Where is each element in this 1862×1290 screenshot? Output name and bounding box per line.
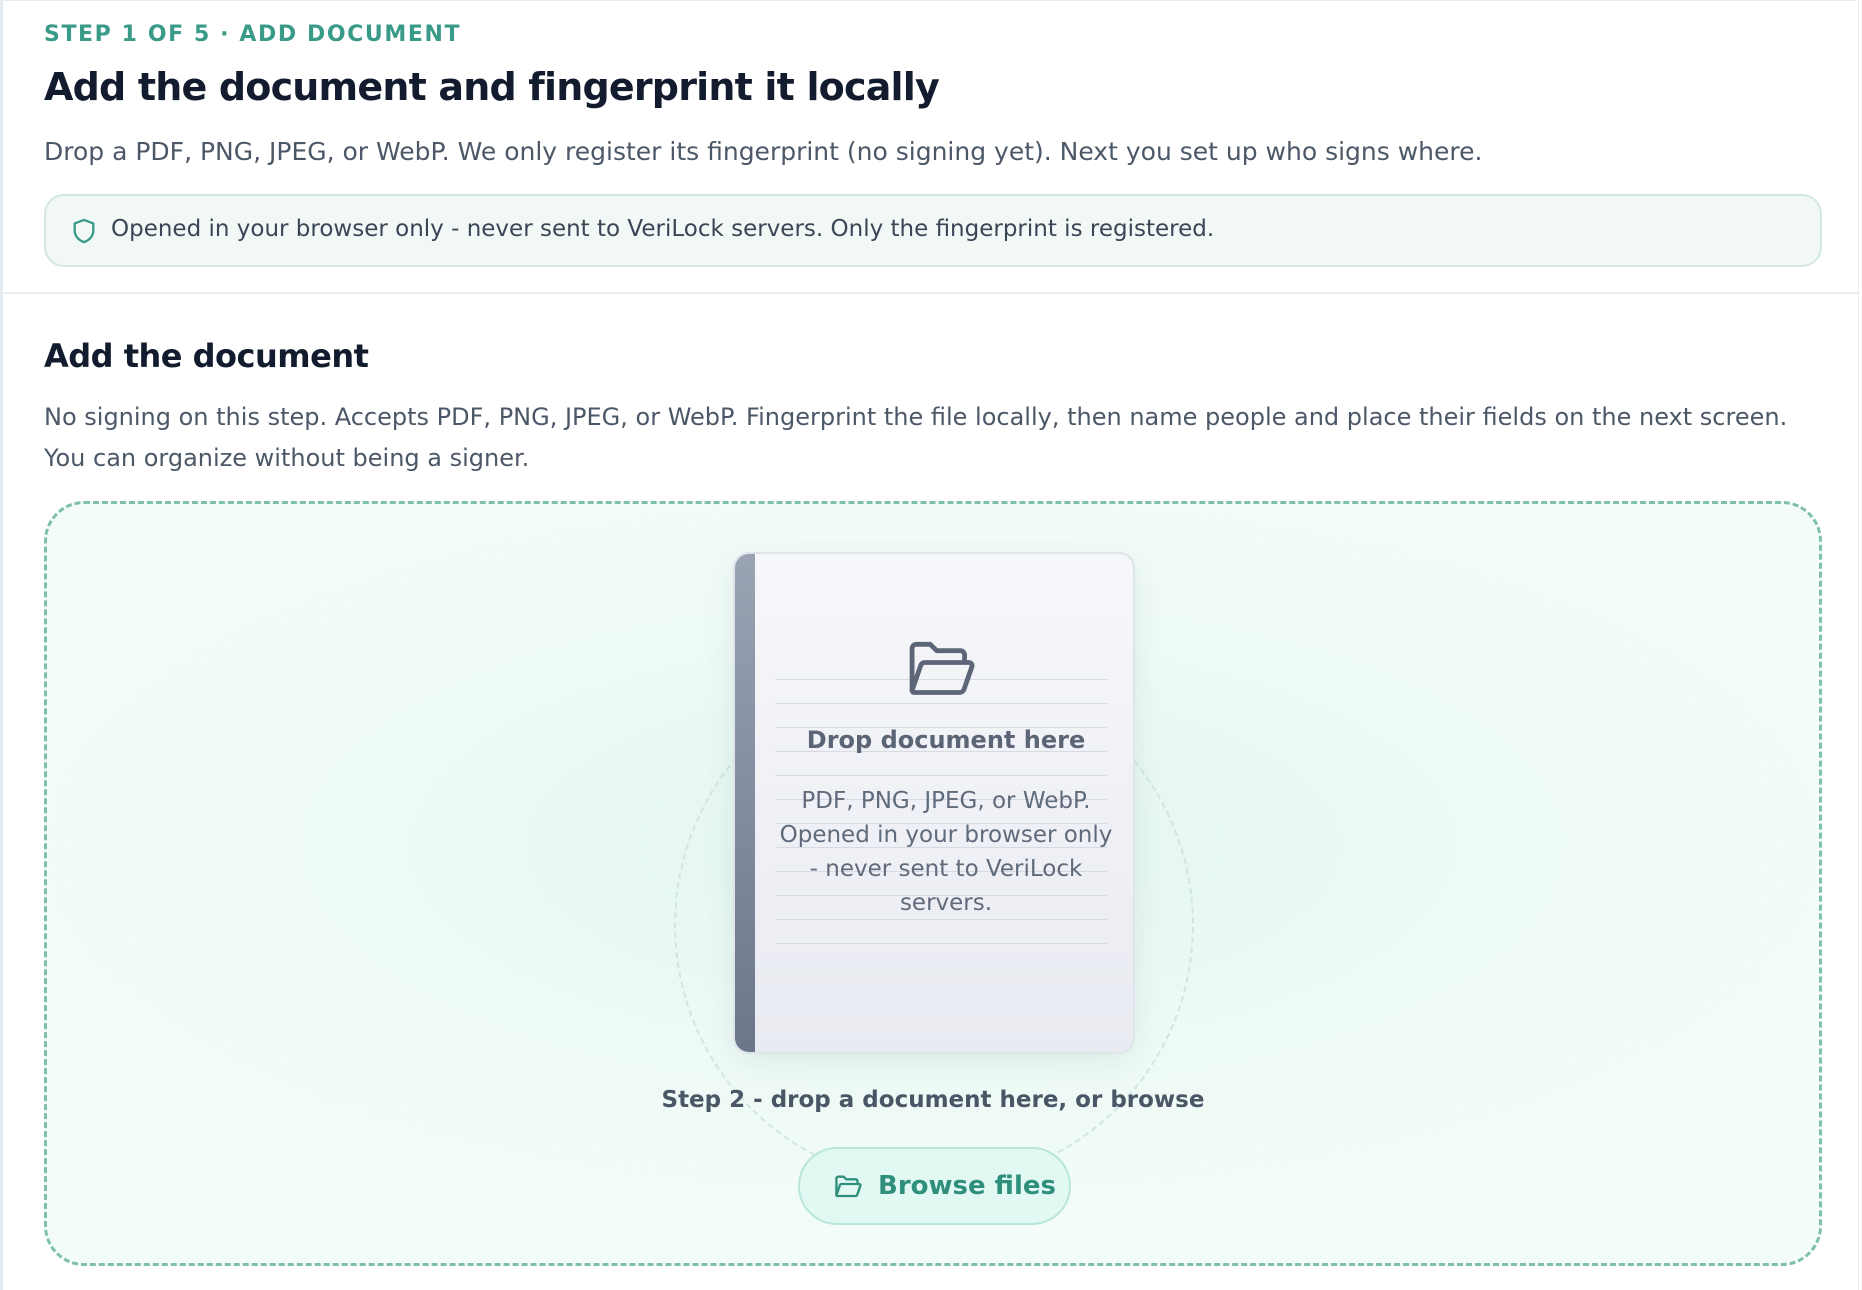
wizard-panel: STEP 1 OF 5 · ADD DOCUMENT Add the docum… (0, 0, 1859, 1290)
page-subtitle: Drop a PDF, PNG, JPEG, or WebP. We only … (44, 137, 1483, 166)
document-placeholder[interactable]: Drop document here PDF, PNG, JPEG, or We… (733, 552, 1135, 1054)
step-indicator: STEP 1 OF 5 · ADD DOCUMENT (44, 22, 462, 47)
folder-open-icon (909, 641, 975, 695)
browse-files-button[interactable]: Browse files (798, 1147, 1071, 1225)
window-edge (1858, 0, 1859, 1290)
page-title: Add the document and fingerprint it loca… (44, 65, 940, 109)
dropzone-step-text: Step 2 - drop a document here, or browse (661, 1087, 1205, 1113)
step-header: STEP 1 OF 5 · ADD DOCUMENT Add the docum… (3, 1, 1859, 294)
shield-icon (73, 218, 95, 244)
privacy-notice-text: Opened in your browser only - never sent… (111, 216, 1215, 242)
document-spine (735, 554, 755, 1052)
folder-open-icon (835, 1175, 862, 1198)
section-title: Add the document (44, 337, 369, 375)
browse-files-label: Browse files (878, 1171, 1056, 1201)
privacy-notice: Opened in your browser only - never sent… (44, 194, 1822, 267)
document-dropzone[interactable]: Drop document here PDF, PNG, JPEG, or We… (44, 501, 1822, 1266)
section-description: No signing on this step. Accepts PDF, PN… (44, 403, 1788, 472)
dropzone-hint: PDF, PNG, JPEG, or WebP. Opened in your … (779, 788, 1113, 916)
dropzone-title: Drop document here (806, 726, 1086, 754)
